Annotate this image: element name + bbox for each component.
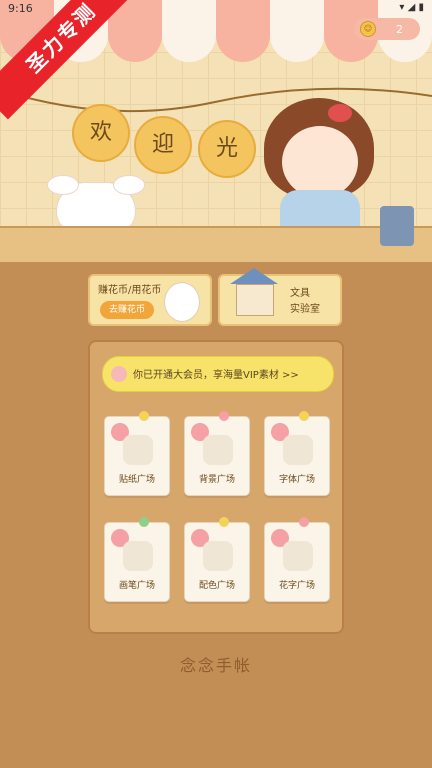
pin-icon — [219, 517, 229, 527]
welcome-flag: 迎 — [134, 116, 192, 174]
vip-banner-text: 你已开通大会员，享海量VIP素材 >> — [133, 370, 299, 381]
girl-face — [282, 126, 358, 198]
welcome-char: 迎 — [151, 132, 174, 157]
house-roof — [230, 268, 278, 284]
earn-coins-title: 赚花币/用花币 — [98, 285, 162, 296]
vip-icon — [111, 366, 127, 382]
tile-label: 背景广场 — [198, 475, 235, 485]
signal-icon: ◢ — [407, 2, 416, 13]
stationery-lab-card[interactable]: 文具 实验室 — [218, 268, 342, 326]
tile-label: 画笔广场 — [118, 581, 155, 591]
tile-label: 贴纸广场 — [118, 475, 155, 485]
coin-count: 2 — [396, 22, 403, 36]
house-icon — [230, 268, 278, 320]
welcome-flag: 欢 — [72, 104, 130, 162]
pin-icon — [139, 411, 149, 421]
girl-bow — [328, 104, 352, 122]
tile-label: 花字广场 — [278, 581, 315, 591]
tile-font-square[interactable]: 字体广场 — [264, 411, 330, 496]
pin-icon — [299, 517, 309, 527]
earn-coins-button[interactable]: 去赚花币 — [100, 301, 154, 319]
tile-brush-square[interactable]: 画笔广场 — [104, 517, 170, 602]
welcome-flag: 光 — [198, 120, 256, 178]
girl-body — [280, 190, 360, 230]
font-icon — [283, 435, 313, 465]
battery-icon: ▮ — [418, 2, 424, 13]
feature-cards: 赚花币/用花币 去赚花币 文具 实验室 — [88, 268, 344, 326]
pin-icon — [299, 411, 309, 421]
girl-illustration — [264, 98, 374, 230]
bunny-ear — [113, 175, 145, 195]
desk — [0, 226, 432, 262]
tile-label: 字体广场 — [278, 475, 315, 485]
bunny-ear — [47, 175, 79, 195]
phone-icon — [203, 435, 233, 465]
pin-icon — [139, 517, 149, 527]
tile-sticker-square[interactable]: 贴纸广场 — [104, 411, 170, 496]
tile-label: 配色广场 — [198, 581, 235, 591]
welcome-char: 欢 — [89, 120, 112, 145]
tile-background-square[interactable]: 背景广场 — [184, 411, 250, 496]
coin-balance[interactable]: ☺ 2 — [354, 18, 420, 40]
earn-coins-card[interactable]: 赚花币/用花币 去赚花币 — [88, 274, 212, 326]
wifi-icon: ▾ — [399, 2, 405, 13]
tile-color-square[interactable]: 配色广场 — [184, 517, 250, 602]
welcome-char: 光 — [215, 136, 238, 161]
app-logo-footer: 念念手帐 — [179, 656, 252, 675]
market-panel: 你已开通大会员，享海量VIP素材 >> 贴纸广场 背景广场 字体广场 画笔广场 … — [88, 340, 344, 634]
pen-cup-illustration — [380, 206, 414, 246]
house-body — [236, 284, 274, 316]
brush-icon — [123, 541, 153, 571]
pin-icon — [219, 411, 229, 421]
lab-title-line1: 文具 — [290, 288, 310, 299]
coin-icon: ☺ — [360, 21, 376, 37]
mascot-icon — [164, 282, 200, 322]
lab-title-line2: 实验室 — [290, 304, 320, 315]
sticker-icon — [123, 435, 153, 465]
tile-flower-text-square[interactable]: 花字广场 — [264, 517, 330, 602]
palette-icon — [203, 541, 233, 571]
flower-text-icon — [283, 541, 313, 571]
vip-banner[interactable]: 你已开通大会员，享海量VIP素材 >> — [102, 356, 334, 392]
status-icons: ▾ ◢ ▮ — [399, 2, 424, 13]
status-time: 9:16 — [8, 2, 33, 15]
